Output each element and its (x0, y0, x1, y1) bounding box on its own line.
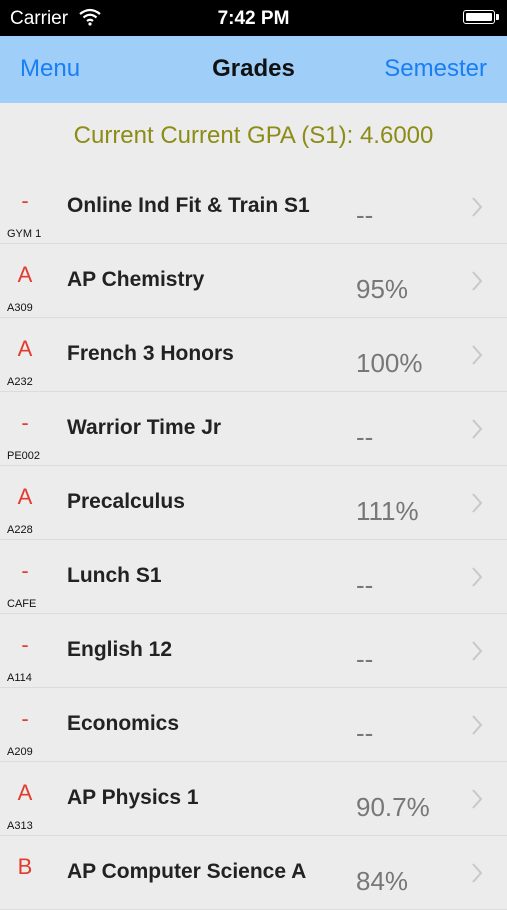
gpa-summary: Current Current GPA (S1): 4.6000 (73, 122, 434, 149)
course-row[interactable]: - A209 Economics -- (0, 688, 507, 762)
room-label: A309 (7, 302, 33, 314)
course-percent: -- (356, 570, 374, 600)
course-percent: 100% (356, 348, 423, 378)
course-row[interactable]: - GYM 1 Online Ind Fit & Train S1 -- (0, 170, 507, 244)
course-percent: 90.7% (356, 792, 430, 822)
course-row[interactable]: A A309 AP Chemistry 95% (0, 244, 507, 318)
course-row[interactable]: A A232 French 3 Honors 100% (0, 318, 507, 392)
course-row[interactable]: - A114 English 12 -- (0, 614, 507, 688)
course-row[interactable]: - PE002 Warrior Time Jr -- (0, 392, 507, 466)
course-name: French 3 Honors (67, 342, 234, 365)
course-percent: 84% (356, 866, 409, 896)
course-name: English 12 (67, 638, 173, 661)
letter-grade: - (21, 706, 29, 731)
status-time: 7:42 PM (217, 8, 290, 29)
course-row[interactable]: - CAFE Lunch S1 -- (0, 540, 507, 614)
course-name: Warrior Time Jr (67, 416, 222, 439)
course-percent: 95% (356, 274, 409, 304)
letter-grade: A (17, 262, 33, 287)
course-percent: 111% (356, 496, 419, 526)
chevron-right-icon (472, 567, 483, 587)
course-name: Economics (67, 712, 180, 735)
course-list: - GYM 1 Online Ind Fit & Train S1 -- A A… (0, 170, 507, 910)
course-name: AP Computer Science A (67, 860, 307, 883)
letter-grade: - (21, 410, 29, 435)
chevron-right-icon (472, 715, 483, 735)
room-label: A209 (7, 746, 33, 758)
letter-grade: A (17, 780, 33, 805)
room-label: A114 (7, 672, 32, 684)
chevron-right-icon (472, 493, 483, 513)
letter-grade: - (21, 632, 29, 657)
letter-grade: B (17, 854, 33, 879)
course-name: Precalculus (67, 490, 185, 513)
letter-grade: - (21, 558, 29, 583)
room-label: PE002 (7, 450, 41, 462)
letter-grade: A (17, 484, 33, 509)
chevron-right-icon (472, 641, 483, 661)
room-label: GYM 1 (7, 228, 42, 240)
room-label: A232 (7, 376, 33, 388)
course-percent: -- (356, 422, 374, 452)
course-name: Online Ind Fit & Train S1 (67, 194, 310, 217)
letter-grade: A (17, 336, 33, 361)
battery-icon (463, 10, 499, 24)
room-label: A228 (7, 524, 33, 536)
chevron-right-icon (472, 345, 483, 365)
course-name: Lunch S1 (67, 564, 162, 587)
room-label: A313 (7, 820, 33, 832)
chevron-right-icon (472, 197, 483, 217)
course-name: AP Chemistry (67, 268, 205, 291)
status-bar: Carrier 7:42 PM (0, 0, 507, 36)
course-percent: -- (356, 718, 374, 748)
course-percent: -- (356, 200, 374, 230)
letter-grade: - (21, 188, 29, 213)
chevron-right-icon (472, 419, 483, 439)
course-name: AP Physics 1 (67, 786, 199, 809)
course-row[interactable]: B AP Computer Science A 84% (0, 836, 507, 910)
chevron-right-icon (472, 271, 483, 291)
course-row[interactable]: A A313 AP Physics 1 90.7% (0, 762, 507, 836)
semester-button[interactable]: Semester (384, 55, 487, 83)
course-percent: -- (356, 644, 374, 674)
navigation-bar: Menu Grades Semester (0, 36, 507, 103)
course-row[interactable]: A A228 Precalculus 111% (0, 466, 507, 540)
room-label: CAFE (7, 598, 37, 610)
chevron-right-icon (472, 863, 483, 883)
chevron-right-icon (472, 789, 483, 809)
